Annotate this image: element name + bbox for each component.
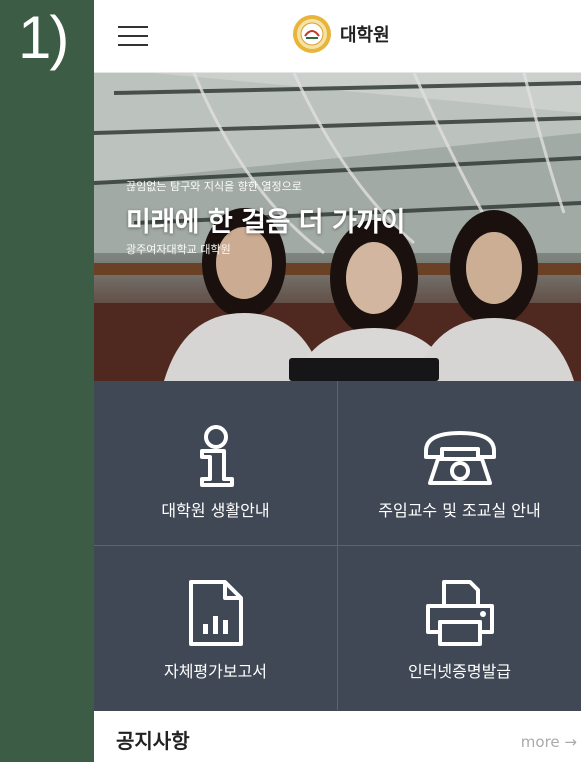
telephone-icon — [423, 431, 496, 485]
tile-professor-office-guide[interactable]: 주임교수 및 조교실 안내 — [338, 381, 581, 546]
university-emblem-icon — [293, 15, 331, 53]
report-chart-icon — [188, 580, 243, 646]
info-icon — [199, 425, 234, 487]
hero-title: 미래에 한 걸음 더 가까이 — [126, 207, 406, 238]
logo-text: 대학원 — [340, 25, 390, 46]
tile-label: 자체평가보고서 — [163, 662, 268, 681]
notice-title: 공지사항 — [116, 729, 190, 753]
hero-subtitle: 끊임없는 탐구와 지식을 향한 열정으로 — [126, 180, 302, 193]
quick-menu-grid: 대학원 생활안내 주임교수 및 조교실 안내 자체평가보고서 인터넷증명발급 — [94, 381, 581, 711]
tile-self-evaluation-report[interactable]: 자체평가보고서 — [94, 546, 338, 710]
top-bar: 대학원 — [94, 0, 581, 73]
hamburger-menu-icon[interactable] — [118, 26, 148, 46]
hero-text: 끊임없는 탐구와 지식을 향한 열정으로 미래에 한 걸음 더 가까이 광주여자… — [126, 178, 406, 257]
hero-banner: 끊임없는 탐구와 지식을 향한 열정으로 미래에 한 걸음 더 가까이 광주여자… — [94, 73, 581, 381]
notice-more-link[interactable]: more → — [521, 733, 577, 751]
tile-label: 주임교수 및 조교실 안내 — [378, 501, 541, 520]
mobile-page: 대학원 끊임없는 탐구와 지식을 향한 열정으로 미래에 한 걸음 더 가까이 … — [94, 0, 581, 762]
printer-icon — [425, 580, 494, 646]
hero-school-name: 광주여자대학교 대학원 — [126, 243, 231, 256]
notice-section: 공지사항 more → — [94, 711, 581, 762]
tile-label: 대학원 생활안내 — [161, 501, 270, 520]
tile-label: 인터넷증명발급 — [407, 662, 512, 681]
tile-online-certificate[interactable]: 인터넷증명발급 — [338, 546, 581, 710]
site-logo[interactable]: 대학원 — [292, 14, 390, 54]
tile-graduate-life-guide[interactable]: 대학원 생활안내 — [94, 381, 338, 546]
step-number: 1) — [18, 4, 69, 71]
